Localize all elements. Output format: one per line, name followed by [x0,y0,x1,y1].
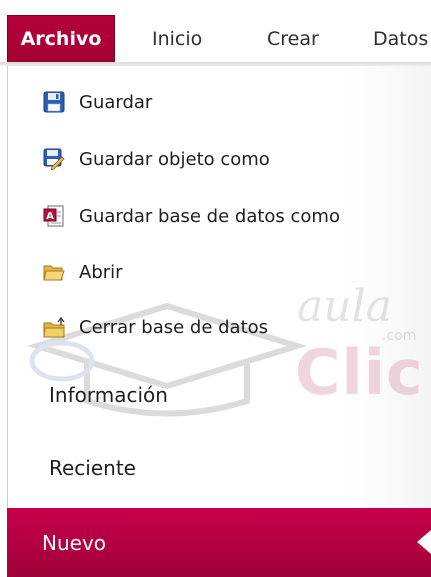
guardar-objeto-como-button[interactable]: Guardar objeto como [43,144,270,174]
guardar-base-de-datos-como-label: Guardar base de datos como [79,205,340,227]
backstage-menu: aula .com Clic Guardar Guardar objeto co… [7,66,431,577]
watermark-clic-text: Clic [295,336,424,409]
section-informacion[interactable]: Información [49,378,168,412]
guardar-base-de-datos-como-button[interactable]: A Guardar base de datos como [43,201,340,231]
cerrar-base-de-datos-label: Cerrar base de datos [79,316,269,338]
tab-inicio[interactable]: Inicio [152,15,202,62]
watermark-aula-text: aula [297,281,392,332]
guardar-label: Guardar [79,91,153,113]
tab-datos[interactable]: Datos [373,15,428,62]
cerrar-base-de-datos-button[interactable]: Cerrar base de datos [43,312,268,342]
abrir-button[interactable]: Abrir [43,257,123,287]
save-icon [43,91,65,113]
close-database-icon [43,316,65,338]
section-nuevo-label: Nuevo [42,530,107,555]
watermark-com-text: .com [382,328,417,344]
save-object-as-icon [43,148,65,170]
tab-crear[interactable]: Crear [267,15,319,62]
section-nuevo[interactable]: Nuevo [7,508,431,577]
guardar-objeto-como-label: Guardar objeto como [79,148,270,170]
guardar-button[interactable]: Guardar [43,87,152,117]
section-reciente[interactable]: Reciente [49,451,136,485]
tab-archivo[interactable]: Archivo [7,15,115,62]
save-database-as-icon: A [43,205,65,227]
open-folder-icon [43,261,65,283]
ribbon-tab-bar: Archivo Inicio Crear Datos [0,0,431,66]
svg-text:A: A [46,211,54,222]
active-pointer-icon [417,530,431,554]
abrir-label: Abrir [79,261,123,283]
